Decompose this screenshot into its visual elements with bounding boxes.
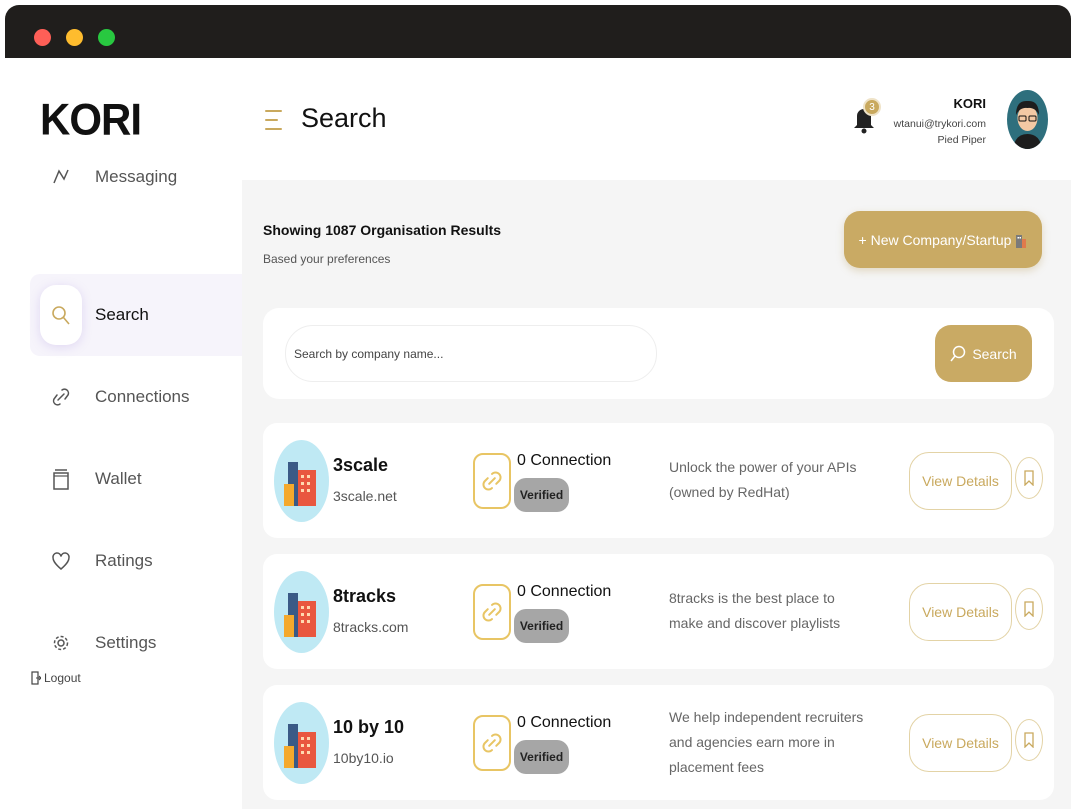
- organisation-domain: 10by10.io: [333, 750, 394, 766]
- bookmark-button[interactable]: [1015, 588, 1043, 630]
- gear-icon: [40, 613, 82, 673]
- new-company-button[interactable]: + New Company/Startup: [844, 211, 1042, 268]
- logout-icon: [31, 671, 41, 685]
- connection-count: 0 Connection: [517, 714, 612, 731]
- view-details-button[interactable]: View Details: [909, 583, 1012, 641]
- sidebar-item-label: Ratings: [95, 551, 153, 570]
- verified-badge: Verified: [514, 740, 569, 774]
- sidebar-item-label: Messaging: [95, 168, 178, 186]
- company-logo-icon: [274, 440, 329, 522]
- connection-link-icon: [473, 715, 511, 771]
- window-title-bar: [5, 5, 1071, 58]
- organisation-domain: 8tracks.com: [333, 619, 409, 635]
- sidebar-item-search[interactable]: Search: [30, 274, 242, 356]
- bookmark-button[interactable]: [1015, 719, 1043, 761]
- connection-link-icon: [473, 584, 511, 640]
- sidebar-item-label: Connections: [95, 387, 190, 406]
- view-details-button[interactable]: View Details: [909, 714, 1012, 772]
- search-button-label: Search: [972, 345, 1017, 362]
- main-content: Showing 1087 Organisation Results Based …: [242, 180, 1071, 809]
- results-title: Showing 1087 Organisation Results: [263, 222, 502, 238]
- heart-icon: [40, 531, 82, 591]
- bookmark-icon: [1024, 470, 1034, 486]
- organisation-name[interactable]: 8tracks: [333, 586, 396, 607]
- sidebar-item-connections[interactable]: Connections: [30, 356, 242, 438]
- search-panel: Search: [263, 308, 1054, 399]
- search-icon: [950, 345, 966, 361]
- avatar[interactable]: [1007, 90, 1048, 149]
- brand-logo[interactable]: KORI: [40, 95, 142, 145]
- building-icon: [1016, 234, 1027, 248]
- sidebar: Messaging Search Connections Wallet Rati: [5, 168, 242, 809]
- organisation-name[interactable]: 3scale: [333, 455, 388, 476]
- close-window-button[interactable]: [34, 29, 51, 46]
- notification-count-badge: 3: [863, 98, 881, 116]
- organisation-card: 10 by 10 10by10.io 0 Connection Verified…: [263, 685, 1054, 800]
- message-icon: [40, 168, 82, 207]
- company-logo-icon: [274, 702, 329, 784]
- organisation-card: 8tracks 8tracks.com 0 Connection Verifie…: [263, 554, 1054, 669]
- company-logo-icon: [274, 571, 329, 653]
- organisation-description: We help independent recruiters and agenc…: [669, 709, 864, 775]
- connection-link-icon: [473, 453, 511, 509]
- wallet-icon: [40, 449, 82, 509]
- search-icon: [40, 285, 82, 345]
- connection-count: 0 Connection: [517, 583, 612, 600]
- search-button[interactable]: Search: [935, 325, 1032, 382]
- results-subtitle: Based your preferences: [263, 252, 391, 266]
- logout-label: Logout: [44, 671, 81, 685]
- sidebar-item-label: Wallet: [95, 469, 142, 488]
- minimize-window-button[interactable]: [66, 29, 83, 46]
- logout-button[interactable]: Logout: [31, 671, 81, 685]
- sidebar-item-wallet[interactable]: Wallet: [30, 438, 242, 520]
- view-details-button[interactable]: View Details: [909, 452, 1012, 510]
- verified-badge: Verified: [514, 609, 569, 643]
- sidebar-item-label: Search: [95, 305, 149, 324]
- organisation-description: Unlock the power of your APIs (owned by …: [669, 459, 857, 500]
- link-icon: [40, 367, 82, 427]
- bookmark-button[interactable]: [1015, 457, 1043, 499]
- organisation-description: 8tracks is the best place to make and di…: [669, 590, 841, 631]
- user-email: wtanui@trykori.com: [893, 118, 986, 130]
- search-input[interactable]: [285, 325, 657, 382]
- new-company-label: + New Company/Startup: [858, 231, 1012, 248]
- app: KORI Messaging Search Connections Wallet: [5, 58, 1071, 809]
- sidebar-item-ratings[interactable]: Ratings: [30, 520, 242, 602]
- user-company: Pied Piper: [937, 134, 986, 146]
- bookmark-icon: [1024, 732, 1034, 748]
- page-title: Search: [301, 103, 387, 133]
- maximize-window-button[interactable]: [98, 29, 115, 46]
- organisation-name[interactable]: 10 by 10: [333, 717, 404, 738]
- organisation-card: 3scale 3scale.net 0 Connection Verified …: [263, 423, 1054, 538]
- verified-badge: Verified: [514, 478, 569, 512]
- organisation-domain: 3scale.net: [333, 488, 397, 504]
- sidebar-item-messaging[interactable]: Messaging: [30, 168, 242, 218]
- connection-count: 0 Connection: [517, 452, 612, 469]
- user-name: KORI: [953, 96, 987, 111]
- menu-toggle-icon[interactable]: [265, 110, 282, 130]
- sidebar-item-label: Settings: [95, 633, 157, 652]
- bookmark-icon: [1024, 601, 1034, 617]
